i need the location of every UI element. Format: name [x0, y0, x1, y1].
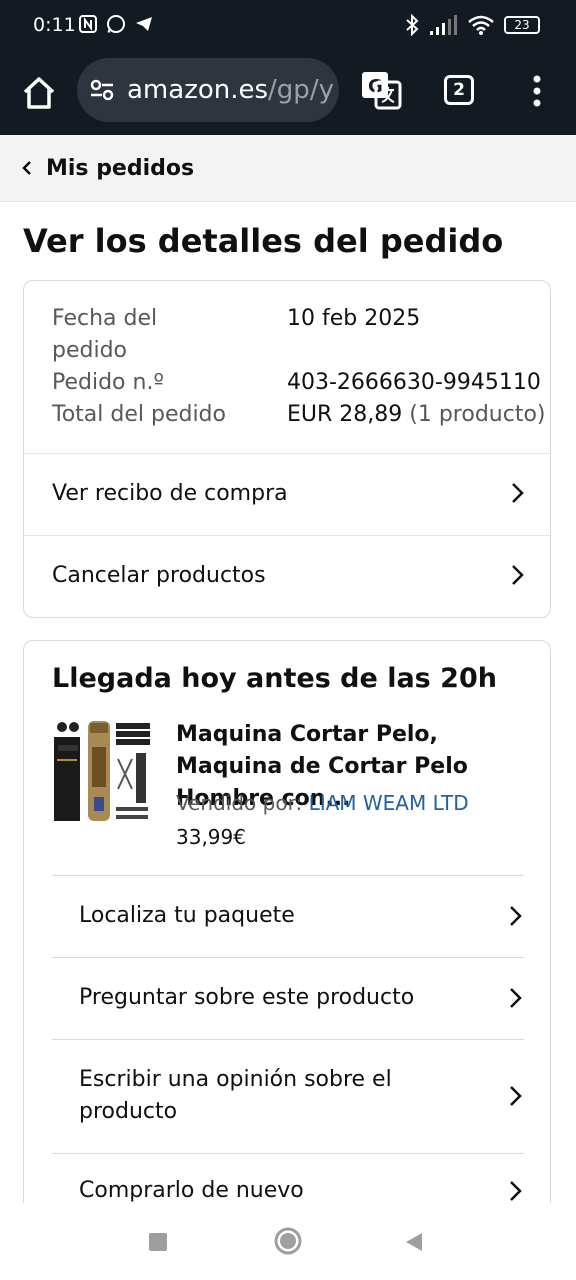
seller-line: Vendido por: LIAM WEAM LTD: [176, 791, 469, 815]
write-review-label: Escribir una opinión sobre el producto: [79, 1067, 392, 1124]
url-domain: amazon.es: [127, 75, 269, 105]
status-bar: 0:11 23: [0, 0, 576, 54]
shipment-card: Llegada hoy antes de las 20h Maquina Cor…: [23, 640, 551, 1240]
order-summary-card: Fecha del pedido 10 feb 2025 Pedido n.º …: [23, 280, 551, 618]
order-total-amount: EUR 28,89: [287, 402, 403, 427]
whatsapp-icon: [107, 15, 125, 33]
order-date-row: Fecha del pedido 10 feb 2025: [52, 303, 522, 367]
hair-clipper-kit-image: [54, 721, 150, 821]
cancel-items-label: Cancelar productos: [52, 562, 266, 588]
cancel-items-link[interactable]: Cancelar productos: [24, 535, 550, 615]
product-image[interactable]: [52, 719, 152, 823]
order-number-row: Pedido n.º 403-2666630-9945110: [52, 367, 541, 399]
tab-switcher-button[interactable]: 2: [444, 75, 474, 105]
battery-icon: 23: [504, 16, 540, 34]
telegram-icon: [136, 17, 152, 31]
url-path: /gp/y: [268, 75, 334, 105]
order-date-value: 10 feb 2025: [287, 306, 421, 331]
chevron-right-icon: [510, 906, 522, 926]
breadcrumb-label: Mis pedidos: [46, 155, 195, 181]
order-total-row: Total del pedido EUR 28,89 (1 producto): [52, 399, 546, 431]
home-button[interactable]: [18, 72, 60, 114]
wifi-icon: [468, 15, 494, 35]
chevron-right-icon: [510, 1086, 522, 1106]
order-total-label: Total del pedido: [52, 402, 226, 427]
track-package-link[interactable]: Localiza tu paquete: [52, 875, 524, 957]
battery-level: 23: [514, 18, 530, 32]
seller-link[interactable]: LIAM WEAM LTD: [309, 791, 469, 815]
product-price: 33,99€: [176, 825, 246, 849]
address-bar[interactable]: amazon.es/gp/y: [77, 58, 339, 122]
system-navigation-bar: [0, 1203, 576, 1280]
url-text: amazon.es/gp/y: [127, 75, 334, 105]
breadcrumb[interactable]: Mis pedidos: [0, 135, 576, 202]
more-vert-icon: [533, 75, 541, 107]
write-review-link[interactable]: Escribir una opinión sobre el producto: [52, 1039, 524, 1153]
ask-product-question-link[interactable]: Preguntar sobre este producto: [52, 957, 524, 1039]
system-icons: 23: [404, 14, 540, 36]
site-settings-icon[interactable]: [89, 77, 115, 103]
translate-icon: G: [362, 72, 402, 110]
chevron-right-icon: [512, 565, 524, 585]
chevron-right-icon: [512, 483, 524, 503]
notification-icons: [78, 14, 154, 34]
order-total-value: EUR 28,89 (1 producto): [287, 399, 546, 431]
chevron-right-icon: [510, 1181, 522, 1201]
chevron-right-icon: [510, 988, 522, 1008]
browser-menu-button[interactable]: [526, 74, 548, 108]
nfc-icon: [79, 15, 97, 33]
delivery-status-heading: Llegada hoy antes de las 20h: [52, 663, 497, 694]
back-nav-button[interactable]: [404, 1231, 424, 1253]
browser-toolbar: amazon.es/gp/y G 2: [0, 54, 576, 135]
status-time: 0:11: [33, 14, 76, 36]
view-receipt-link[interactable]: Ver recibo de compra: [24, 453, 550, 533]
ask-product-question-label: Preguntar sobre este producto: [79, 985, 415, 1010]
home-nav-button[interactable]: [274, 1227, 302, 1255]
order-date-label: Fecha del pedido: [52, 306, 158, 363]
view-receipt-label: Ver recibo de compra: [52, 480, 288, 506]
order-item-count: (1 producto): [409, 402, 546, 427]
home-icon: [23, 77, 55, 109]
chevron-left-icon: [22, 161, 31, 175]
recents-button[interactable]: [149, 1233, 167, 1251]
order-number-label: Pedido n.º: [52, 370, 164, 395]
track-package-label: Localiza tu paquete: [79, 903, 295, 928]
order-number-value: 403-2666630-9945110: [287, 370, 541, 395]
page-title: Ver los detalles del pedido: [23, 222, 504, 260]
signal-icon: [430, 15, 457, 35]
translate-button[interactable]: G: [360, 70, 402, 110]
seller-prefix: Vendido por:: [176, 791, 303, 815]
bluetooth-icon: [406, 14, 419, 36]
